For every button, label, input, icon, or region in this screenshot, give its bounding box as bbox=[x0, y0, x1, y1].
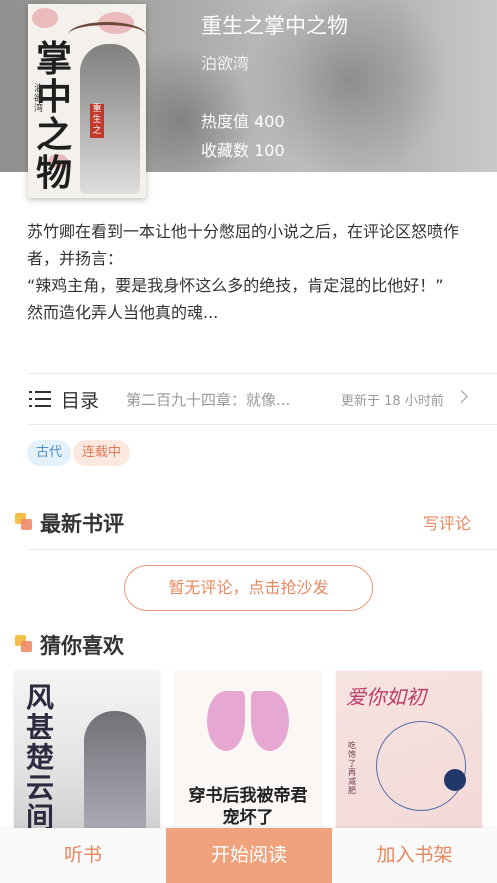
recommended-book[interactable]: 穿书后我被帝君宠坏了 bbox=[175, 671, 321, 833]
list-icon bbox=[29, 391, 51, 407]
genre-tag[interactable]: 古代 bbox=[27, 440, 72, 466]
section-icon bbox=[15, 635, 33, 653]
butterfly-wing bbox=[207, 691, 245, 751]
section-icon bbox=[15, 513, 33, 531]
update-time: 更新于 18 小时前 bbox=[341, 394, 444, 409]
bottom-action-bar: 听书 开始阅读 加入书架 bbox=[0, 828, 497, 883]
divider bbox=[27, 424, 497, 425]
start-reading-button[interactable]: 开始阅读 bbox=[166, 828, 332, 883]
divider bbox=[27, 549, 497, 550]
book-author[interactable]: 泊欲湾 bbox=[201, 50, 249, 74]
catalog-label: 目录 bbox=[61, 390, 100, 412]
status-tag[interactable]: 连载中 bbox=[73, 440, 131, 466]
book-title: 重生之掌中之物 bbox=[201, 14, 348, 38]
recommended-book[interactable]: 风甚楚云间 bbox=[14, 671, 160, 833]
cover-dot bbox=[444, 769, 466, 791]
cover-author: 泊欲湾 bbox=[34, 84, 44, 114]
add-to-shelf-button[interactable]: 加入书架 bbox=[332, 828, 497, 883]
chevron-right-icon bbox=[455, 390, 468, 403]
book-cover-title: 爱你如初 bbox=[346, 685, 426, 709]
cover-seal: 重生之 bbox=[90, 104, 104, 138]
book-cover: 掌中之物 泊欲湾 重生之 bbox=[28, 4, 146, 198]
book-cover-author: 吃饱了再减肥 bbox=[348, 741, 356, 795]
favorite-count: 收藏数 100 bbox=[201, 141, 285, 160]
cover-title: 掌中之物 bbox=[36, 38, 73, 194]
cover-blossom bbox=[32, 8, 58, 28]
synopsis-line: “辣鸡主角，要是我身怀这么多的绝技，肯定混的比他好！” bbox=[27, 276, 444, 295]
recommend-section-title: 猜你喜欢 bbox=[40, 634, 124, 658]
listen-button[interactable]: 听书 bbox=[0, 828, 166, 883]
cover-figure bbox=[80, 44, 140, 194]
write-review-button[interactable]: 写评论 bbox=[423, 510, 471, 534]
reviews-section-title: 最新书评 bbox=[40, 512, 124, 536]
catalog-row[interactable]: 目录 第二百九十四章：就像... 更新于 18 小时前 bbox=[27, 376, 472, 422]
book-cover-title: 穿书后我被帝君宠坏了 bbox=[188, 786, 308, 828]
first-review-button[interactable]: 暂无评论，点击抢沙发 bbox=[124, 565, 373, 611]
divider bbox=[27, 373, 497, 374]
latest-chapter: 第二百九十四章：就像... bbox=[126, 391, 291, 409]
hot-value: 热度值 400 bbox=[201, 112, 285, 131]
book-synopsis[interactable]: 苏竹卿在看到一本让他十分憋屈的小说之后，在评论区怒喷作者，并扬言： “辣鸡主角，… bbox=[27, 218, 472, 326]
synopsis-line: 然而造化弄人当他真的魂... bbox=[27, 303, 219, 322]
butterfly-wing bbox=[251, 691, 289, 751]
book-cover-title: 风甚楚云间 bbox=[26, 681, 55, 833]
book-cover-figure bbox=[84, 711, 146, 831]
cover-circle bbox=[376, 721, 466, 811]
recommended-book[interactable]: 爱你如初 吃饱了再减肥 bbox=[336, 671, 482, 833]
synopsis-line: 苏竹卿在看到一本让他十分憋屈的小说之后，在评论区怒喷作者，并扬言： bbox=[27, 222, 460, 268]
